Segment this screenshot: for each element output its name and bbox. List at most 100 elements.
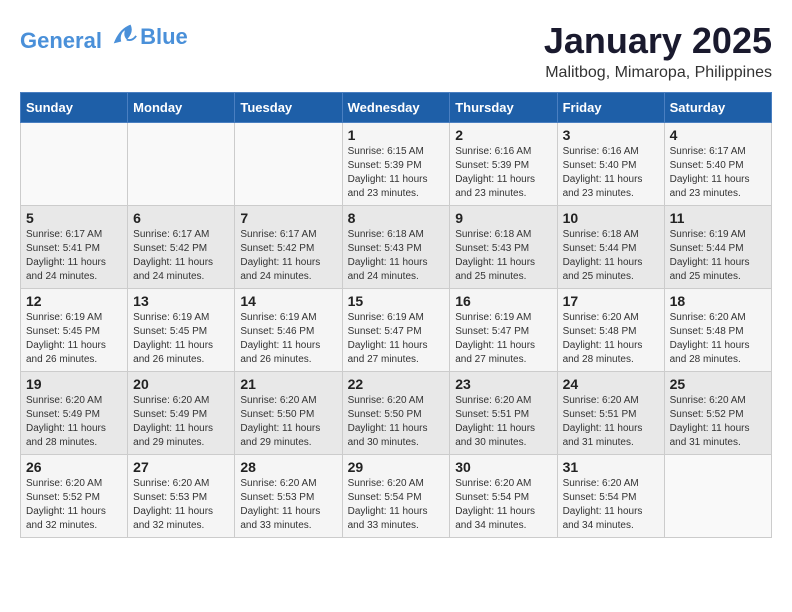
day-info: Sunrise: 6:20 AM Sunset: 5:49 PM Dayligh…: [133, 394, 229, 450]
calendar-day-cell: 6 Sunrise: 6:17 AM Sunset: 5:42 PM Daylig…: [128, 206, 235, 289]
day-number: 25: [670, 376, 766, 392]
day-number: 23: [455, 376, 551, 392]
calendar-day-cell: 16 Sunrise: 6:19 AM Sunset: 5:47 PM Dayli…: [450, 289, 557, 372]
day-number: 3: [563, 127, 659, 143]
calendar-table: SundayMondayTuesdayWednesdayThursdayFrid…: [20, 92, 772, 538]
day-number: 18: [670, 293, 766, 309]
logo-blue-text: Blue: [140, 25, 188, 49]
calendar-day-cell: [128, 123, 235, 206]
calendar-day-cell: [664, 455, 771, 538]
calendar-day-header: Friday: [557, 93, 664, 123]
calendar-day-cell: 12 Sunrise: 6:19 AM Sunset: 5:45 PM Dayli…: [21, 289, 128, 372]
page-header: General Blue January 2025 Malitbog, Mima…: [20, 20, 772, 82]
day-number: 24: [563, 376, 659, 392]
calendar-day-header: Sunday: [21, 93, 128, 123]
day-info: Sunrise: 6:16 AM Sunset: 5:39 PM Dayligh…: [455, 145, 551, 201]
calendar-day-header: Saturday: [664, 93, 771, 123]
calendar-day-cell: [21, 123, 128, 206]
day-number: 11: [670, 210, 766, 226]
day-info: Sunrise: 6:19 AM Sunset: 5:47 PM Dayligh…: [348, 311, 445, 367]
day-info: Sunrise: 6:19 AM Sunset: 5:46 PM Dayligh…: [240, 311, 336, 367]
calendar-day-header: Monday: [128, 93, 235, 123]
calendar-day-cell: 4 Sunrise: 6:17 AM Sunset: 5:40 PM Daylig…: [664, 123, 771, 206]
day-info: Sunrise: 6:20 AM Sunset: 5:52 PM Dayligh…: [670, 394, 766, 450]
day-info: Sunrise: 6:20 AM Sunset: 5:50 PM Dayligh…: [240, 394, 336, 450]
day-info: Sunrise: 6:19 AM Sunset: 5:44 PM Dayligh…: [670, 228, 766, 284]
day-info: Sunrise: 6:19 AM Sunset: 5:45 PM Dayligh…: [26, 311, 122, 367]
calendar-day-cell: 2 Sunrise: 6:16 AM Sunset: 5:39 PM Daylig…: [450, 123, 557, 206]
calendar-day-cell: 18 Sunrise: 6:20 AM Sunset: 5:48 PM Dayli…: [664, 289, 771, 372]
calendar-header-row: SundayMondayTuesdayWednesdayThursdayFrid…: [21, 93, 772, 123]
calendar-day-cell: 22 Sunrise: 6:20 AM Sunset: 5:50 PM Dayli…: [342, 372, 450, 455]
day-number: 8: [348, 210, 445, 226]
calendar-week-row: 19 Sunrise: 6:20 AM Sunset: 5:49 PM Dayli…: [21, 372, 772, 455]
day-number: 1: [348, 127, 445, 143]
calendar-day-cell: 1Sunrise: 6:15 AM Sunset: 5:39 PM Daylig…: [342, 123, 450, 206]
day-info: Sunrise: 6:20 AM Sunset: 5:51 PM Dayligh…: [563, 394, 659, 450]
day-number: 20: [133, 376, 229, 392]
calendar-day-cell: 5Sunrise: 6:17 AM Sunset: 5:41 PM Daylig…: [21, 206, 128, 289]
day-number: 26: [26, 459, 122, 475]
day-number: 10: [563, 210, 659, 226]
calendar-day-cell: 27Sunrise: 6:20 AM Sunset: 5:53 PM Dayli…: [128, 455, 235, 538]
day-info: Sunrise: 6:18 AM Sunset: 5:43 PM Dayligh…: [455, 228, 551, 284]
calendar-week-row: 1Sunrise: 6:15 AM Sunset: 5:39 PM Daylig…: [21, 123, 772, 206]
day-info: Sunrise: 6:20 AM Sunset: 5:54 PM Dayligh…: [455, 477, 551, 533]
day-number: 21: [240, 376, 336, 392]
logo-text: General: [20, 20, 138, 53]
calendar-day-cell: 8 Sunrise: 6:18 AM Sunset: 5:43 PM Daylig…: [342, 206, 450, 289]
day-info: Sunrise: 6:17 AM Sunset: 5:42 PM Dayligh…: [133, 228, 229, 284]
day-info: Sunrise: 6:16 AM Sunset: 5:40 PM Dayligh…: [563, 145, 659, 201]
calendar-week-row: 26 Sunrise: 6:20 AM Sunset: 5:52 PM Dayli…: [21, 455, 772, 538]
calendar-day-cell: 13Sunrise: 6:19 AM Sunset: 5:45 PM Dayli…: [128, 289, 235, 372]
day-info: Sunrise: 6:20 AM Sunset: 5:50 PM Dayligh…: [348, 394, 445, 450]
day-info: Sunrise: 6:20 AM Sunset: 5:49 PM Dayligh…: [26, 394, 122, 450]
day-info: Sunrise: 6:17 AM Sunset: 5:40 PM Dayligh…: [670, 145, 766, 201]
location-subtitle: Malitbog, Mimaropa, Philippines: [544, 64, 772, 82]
calendar-week-row: 5Sunrise: 6:17 AM Sunset: 5:41 PM Daylig…: [21, 206, 772, 289]
day-number: 19: [26, 376, 122, 392]
day-number: 14: [240, 293, 336, 309]
calendar-day-cell: 14 Sunrise: 6:19 AM Sunset: 5:46 PM Dayli…: [235, 289, 342, 372]
calendar-day-cell: 7Sunrise: 6:17 AM Sunset: 5:42 PM Daylig…: [235, 206, 342, 289]
day-info: Sunrise: 6:18 AM Sunset: 5:43 PM Dayligh…: [348, 228, 445, 284]
calendar-day-cell: [235, 123, 342, 206]
day-info: Sunrise: 6:20 AM Sunset: 5:48 PM Dayligh…: [670, 311, 766, 367]
day-info: Sunrise: 6:19 AM Sunset: 5:45 PM Dayligh…: [133, 311, 229, 367]
calendar-day-cell: 10 Sunrise: 6:18 AM Sunset: 5:44 PM Dayli…: [557, 206, 664, 289]
calendar-day-cell: 17Sunrise: 6:20 AM Sunset: 5:48 PM Dayli…: [557, 289, 664, 372]
day-info: Sunrise: 6:20 AM Sunset: 5:51 PM Dayligh…: [455, 394, 551, 450]
calendar-day-cell: 19 Sunrise: 6:20 AM Sunset: 5:49 PM Dayli…: [21, 372, 128, 455]
day-info: Sunrise: 6:17 AM Sunset: 5:42 PM Dayligh…: [240, 228, 336, 284]
day-number: 30: [455, 459, 551, 475]
day-number: 6: [133, 210, 229, 226]
day-number: 12: [26, 293, 122, 309]
day-info: Sunrise: 6:19 AM Sunset: 5:47 PM Dayligh…: [455, 311, 551, 367]
month-title: January 2025: [544, 20, 772, 62]
day-number: 16: [455, 293, 551, 309]
day-number: 2: [455, 127, 551, 143]
calendar-day-cell: 25 Sunrise: 6:20 AM Sunset: 5:52 PM Dayli…: [664, 372, 771, 455]
calendar-day-cell: 26 Sunrise: 6:20 AM Sunset: 5:52 PM Dayli…: [21, 455, 128, 538]
day-number: 22: [348, 376, 445, 392]
calendar-day-cell: 29Sunrise: 6:20 AM Sunset: 5:54 PM Dayli…: [342, 455, 450, 538]
calendar-day-cell: 24 Sunrise: 6:20 AM Sunset: 5:51 PM Dayli…: [557, 372, 664, 455]
calendar-day-cell: 21 Sunrise: 6:20 AM Sunset: 5:50 PM Dayli…: [235, 372, 342, 455]
calendar-day-header: Wednesday: [342, 93, 450, 123]
calendar-day-header: Thursday: [450, 93, 557, 123]
day-number: 4: [670, 127, 766, 143]
day-number: 5: [26, 210, 122, 226]
day-number: 31: [563, 459, 659, 475]
calendar-day-cell: 20 Sunrise: 6:20 AM Sunset: 5:49 PM Dayli…: [128, 372, 235, 455]
calendar-day-cell: 28Sunrise: 6:20 AM Sunset: 5:53 PM Dayli…: [235, 455, 342, 538]
day-info: Sunrise: 6:20 AM Sunset: 5:52 PM Dayligh…: [26, 477, 122, 533]
day-info: Sunrise: 6:20 AM Sunset: 5:53 PM Dayligh…: [133, 477, 229, 533]
calendar-day-cell: 9Sunrise: 6:18 AM Sunset: 5:43 PM Daylig…: [450, 206, 557, 289]
day-number: 29: [348, 459, 445, 475]
calendar-day-cell: 15Sunrise: 6:19 AM Sunset: 5:47 PM Dayli…: [342, 289, 450, 372]
calendar-day-cell: 11 Sunrise: 6:19 AM Sunset: 5:44 PM Dayli…: [664, 206, 771, 289]
calendar-day-cell: 3 Sunrise: 6:16 AM Sunset: 5:40 PM Daylig…: [557, 123, 664, 206]
day-number: 28: [240, 459, 336, 475]
day-info: Sunrise: 6:18 AM Sunset: 5:44 PM Dayligh…: [563, 228, 659, 284]
logo-icon: [110, 20, 138, 48]
